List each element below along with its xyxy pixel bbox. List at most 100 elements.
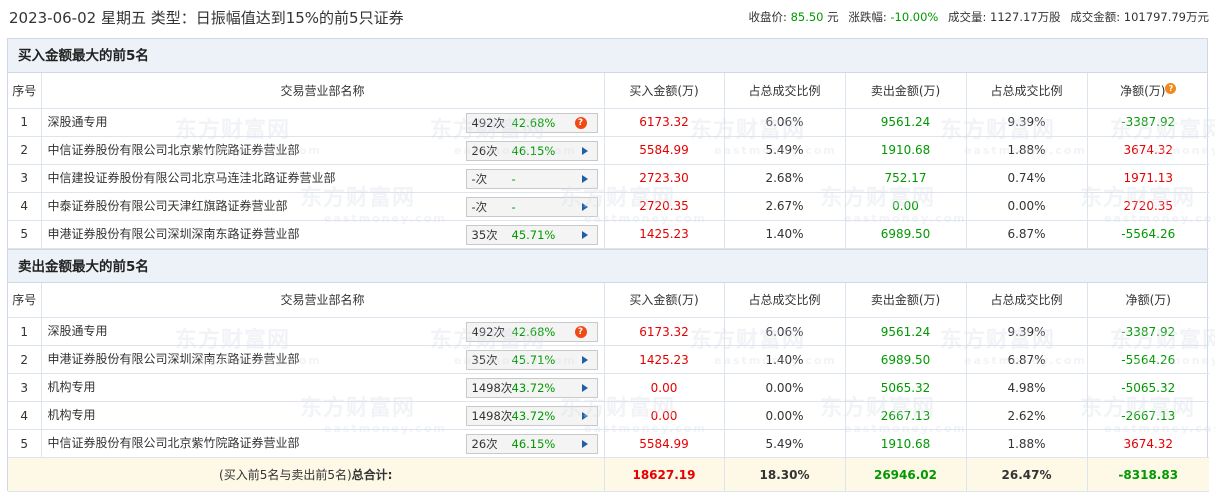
branch-cell: 深股通专用 492次 42.68%? [41, 108, 605, 137]
col-sell-ratio: 占总成交比例 [966, 73, 1088, 109]
row-index: 2 [8, 345, 42, 374]
branch-stat-badge[interactable]: -次 - [465, 168, 598, 189]
top-bar: 2023-06-02 星期五 类型：日振幅值达到15%的前5只证券 收盘价: 8… [0, 0, 1215, 34]
volume-label: 成交量: [948, 10, 987, 24]
arrow-right-icon[interactable] [581, 146, 588, 155]
sell-ratio: 1.88% [966, 136, 1088, 165]
sell-ratio: 9.39% [966, 108, 1088, 137]
sell-amount: 9561.24 [845, 317, 967, 346]
branch-count: 35次 [471, 227, 498, 242]
branch-name[interactable]: 申港证券股份有限公司深圳深南东路证券营业部 [48, 227, 300, 241]
table-row: 1 深股通专用 492次 42.68%? 6173.32 6.06% 9561.24 9.39… [8, 108, 1209, 137]
total-buy: 18627.19 [604, 457, 725, 492]
sell-amount: 1910.68 [845, 429, 967, 458]
table-row: 2 申港证券股份有限公司深圳深南东路证券营业部 35次 45.71% 1425.23 1.… [8, 345, 1209, 374]
question-icon[interactable]: ? [574, 116, 587, 129]
arrow-right-icon[interactable] [581, 440, 588, 448]
turnover-value: 101797.79万元 [1123, 10, 1209, 24]
arrow-right-icon[interactable] [581, 174, 588, 183]
buy-ratio: 6.06% [724, 317, 846, 346]
total-label-prefix: (买入前5名与卖出前5名) [219, 468, 352, 482]
question-icon[interactable]: ? [574, 326, 587, 338]
sell-table-header: 序号 交易营业部名称 买入金额(万) 占总成交比例 卖出金额(万) 占总成交比例… [8, 282, 1209, 318]
branch-name[interactable]: 机构专用 [48, 380, 96, 394]
branch-cell: 中泰证券股份有限公司天津红旗路证券营业部 -次 - [41, 192, 605, 221]
col-buy-amount: 买入金额(万) [604, 282, 725, 318]
row-index: 3 [8, 164, 42, 193]
table-row: 4 机构专用 1498次43.72% 0.00 0.00% 2667.13 2.62% -26… [8, 401, 1209, 430]
branch-stat-badge[interactable]: 26次 46.15% [465, 140, 598, 161]
question-icon[interactable]: ? [1165, 82, 1177, 94]
branch-name[interactable]: 中泰证券股份有限公司天津红旗路证券营业部 [48, 199, 288, 213]
sell-ratio: 0.00% [966, 192, 1088, 221]
arrow-right-icon[interactable] [581, 384, 588, 392]
branch-name[interactable]: 机构专用 [48, 408, 96, 422]
branch-stat-badge[interactable]: 492次 42.68%? [465, 322, 598, 342]
net-amount: -2667.13 [1087, 401, 1209, 430]
buy-ratio: 5.49% [724, 136, 846, 165]
branch-count: 492次 [471, 115, 505, 130]
net-amount: 2720.35 [1087, 192, 1209, 221]
arrow-right-icon[interactable] [581, 230, 588, 239]
branch-name[interactable]: 深股通专用 [48, 115, 108, 129]
arrow-right-icon[interactable] [581, 202, 588, 211]
arrow-right-icon[interactable] [581, 356, 588, 364]
net-amount: -3387.92 [1087, 317, 1209, 346]
net-amount: 1971.13 [1087, 164, 1209, 193]
table-row: 5 中信证券股份有限公司北京紫竹院路证券营业部 26次 46.15% 5584.99 5.… [8, 429, 1209, 458]
branch-count: -次 [471, 199, 488, 214]
buy-ratio: 0.00% [724, 373, 846, 402]
total-label: (买入前5名与卖出前5名)总合计: [8, 457, 605, 492]
sell-amount: 9561.24 [845, 108, 967, 137]
branch-stat-badge[interactable]: 492次 42.68%? [465, 112, 598, 133]
sell-amount: 752.17 [845, 164, 967, 193]
row-index: 2 [8, 136, 42, 165]
branch-win-rate: - [511, 171, 516, 186]
branch-cell: 中信证券股份有限公司北京紫竹院路证券营业部 26次 46.15% [41, 136, 605, 165]
branch-cell: 中信证券股份有限公司北京紫竹院路证券营业部 26次 46.15% [41, 429, 605, 458]
sell-amount: 0.00 [845, 192, 967, 221]
branch-count: 1498次 [471, 381, 513, 395]
sell-ratio: 6.87% [966, 220, 1088, 249]
row-index: 4 [8, 192, 42, 221]
row-index: 1 [8, 317, 42, 346]
col-net: 净额(万) [1087, 282, 1209, 318]
branch-count: 26次 [471, 143, 498, 158]
arrow-right-icon[interactable] [581, 412, 588, 420]
branch-stat-badge[interactable]: 35次 45.71% [465, 224, 598, 245]
branch-name[interactable]: 中信证券股份有限公司北京紫竹院路证券营业部 [48, 436, 300, 450]
branch-cell: 机构专用 1498次43.72% [41, 401, 605, 430]
branch-stat-badge[interactable]: 1498次43.72% [465, 378, 598, 398]
branch-count: 35次 [471, 353, 498, 367]
buy-amount: 6173.32 [604, 317, 725, 346]
branch-name[interactable]: 申港证券股份有限公司深圳深南东路证券营业部 [48, 352, 300, 366]
sell-amount: 6989.50 [845, 345, 967, 374]
branch-stat-badge[interactable]: 26次 46.15% [465, 434, 598, 454]
branch-stat-badge[interactable]: -次 - [465, 196, 598, 217]
row-index: 4 [8, 401, 42, 430]
row-index: 5 [8, 220, 42, 249]
branch-name[interactable]: 深股通专用 [48, 324, 108, 338]
col-branch-name: 交易营业部名称 [41, 282, 605, 318]
net-amount: -5564.26 [1087, 345, 1209, 374]
col-net: 净额(万)? [1087, 73, 1209, 109]
branch-win-rate: 43.72% [511, 381, 556, 395]
page-title: 2023-06-02 星期五 类型：日振幅值达到15%的前5只证券 [9, 9, 404, 27]
branch-name[interactable]: 中信建投证券股份有限公司北京马连洼北路证券营业部 [48, 171, 336, 185]
buy-amount: 1425.23 [604, 345, 725, 374]
col-buy-amount: 买入金额(万) [604, 73, 725, 109]
buy-amount: 0.00 [604, 373, 725, 402]
sell-ratio: 9.39% [966, 317, 1088, 346]
row-index: 3 [8, 373, 42, 402]
branch-win-rate: 42.68% [511, 325, 556, 339]
branch-stat-badge[interactable]: 1498次43.72% [465, 406, 598, 426]
branch-count: 492次 [471, 325, 505, 339]
branch-stat-badge[interactable]: 35次 45.71% [465, 350, 598, 370]
net-amount: -5065.32 [1087, 373, 1209, 402]
total-sell-ratio: 26.47% [966, 457, 1088, 492]
row-index: 5 [8, 429, 42, 458]
col-index: 序号 [8, 73, 42, 109]
volume-value: 1127.17万股 [990, 10, 1061, 24]
branch-count: 1498次 [471, 409, 513, 423]
branch-name[interactable]: 中信证券股份有限公司北京紫竹院路证券营业部 [48, 143, 300, 157]
